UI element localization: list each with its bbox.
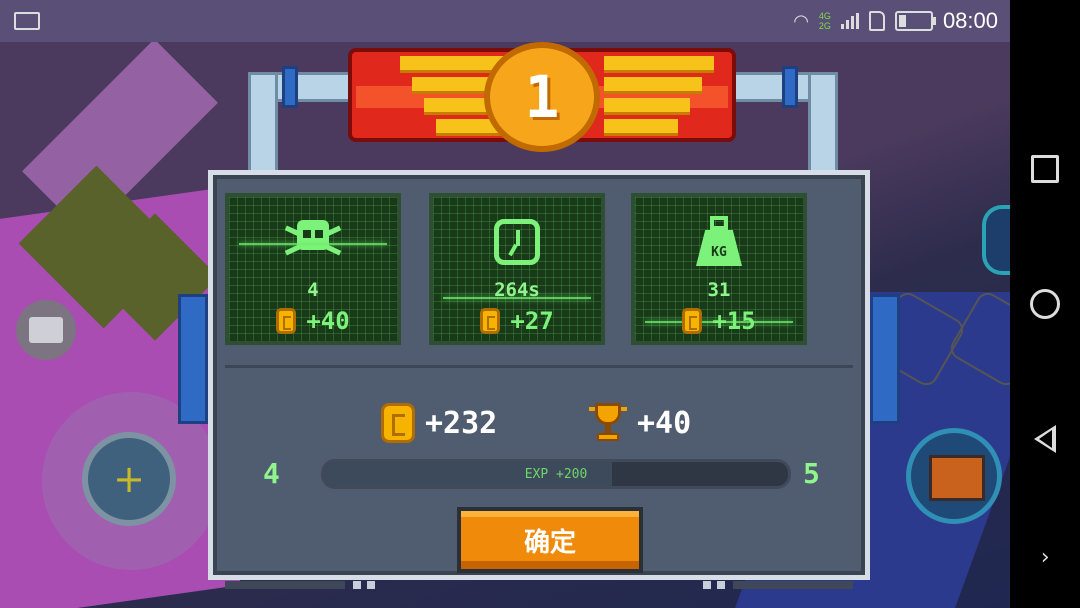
total-trophies: +40	[589, 403, 691, 443]
chat-bubble-icon	[29, 317, 63, 343]
sim-icon	[868, 11, 885, 31]
gun-icon	[929, 455, 985, 501]
network-2g-label: 2G	[818, 21, 831, 31]
result-panel: 4 +40 264s +27 KG 31 +15 +232 +40 4 EXP …	[208, 170, 870, 589]
kills-reward: +40	[306, 307, 350, 335]
frame-side-bar	[870, 294, 900, 424]
coin-icon	[276, 308, 297, 334]
expand-button[interactable]: ›	[1010, 532, 1080, 582]
frame-side-bar	[178, 294, 208, 424]
right-wing-icon	[604, 56, 714, 136]
panel-trim	[733, 581, 853, 589]
signal-icon	[840, 13, 859, 29]
panel-dot	[717, 581, 725, 589]
trophy-icon	[589, 403, 627, 443]
navigation-bar: ›	[1010, 0, 1080, 608]
chevron-right-icon: ›	[1038, 544, 1052, 570]
total-trophies-value: +40	[637, 405, 692, 441]
next-level: 5	[803, 457, 820, 490]
coin-icon	[682, 308, 703, 334]
exp-label: EXP +200	[524, 466, 588, 482]
keyboard-icon	[14, 12, 40, 30]
divider	[225, 365, 853, 368]
recent-apps-button[interactable]	[1010, 144, 1080, 194]
square-icon	[1031, 155, 1059, 183]
back-triangle-icon	[1034, 425, 1056, 453]
panel-dot	[353, 581, 361, 589]
rank-medal: 1	[484, 42, 600, 152]
panel-trim	[225, 581, 345, 589]
time-value: 264s	[494, 279, 540, 301]
weight-reward: +15	[712, 307, 756, 335]
home-button[interactable]	[1010, 279, 1080, 329]
battery-icon	[894, 11, 936, 31]
frame-clamp	[282, 66, 298, 108]
rank-banner: 1	[348, 42, 736, 152]
wifi-icon: ◠	[793, 10, 809, 31]
rank-value: 1	[524, 63, 560, 131]
total-coins: +232	[381, 403, 497, 443]
exp-progress-bar: EXP +200	[321, 459, 791, 489]
back-button[interactable]	[1010, 414, 1080, 464]
panel-dot	[367, 581, 375, 589]
match-result-dialog: 4 +40 264s +27 KG 31 +15 +232 +40 4 EXP …	[178, 42, 900, 589]
panel-dot	[703, 581, 711, 589]
coin-icon	[381, 403, 415, 443]
circle-icon	[1030, 289, 1060, 319]
joystick-knob[interactable]: +	[82, 432, 176, 526]
network-type: 4G 2G	[819, 11, 831, 31]
clock-time: 08:00	[942, 8, 998, 33]
kills-stat: 4 +40	[225, 193, 401, 345]
frame-clamp	[782, 66, 798, 108]
current-level: 4	[263, 457, 280, 490]
weapon-button[interactable]	[906, 428, 1002, 524]
time-reward: +27	[510, 307, 554, 335]
coin-icon	[480, 308, 501, 334]
weight-icon: KG	[694, 216, 744, 268]
confirm-button[interactable]: 确定	[457, 507, 643, 573]
status-bar: ◠ 4G 2G 08:00	[0, 0, 1010, 42]
clock-icon	[494, 219, 540, 265]
weight-icon-label: KG	[696, 230, 742, 266]
weight-value: 31	[707, 279, 731, 301]
network-4g-label: 4G	[818, 11, 831, 21]
total-coins-value: +232	[425, 405, 498, 441]
skull-icon	[283, 216, 343, 268]
weight-stat: KG 31 +15	[631, 193, 807, 345]
plus-icon: +	[113, 457, 145, 501]
kills-value: 4	[307, 279, 319, 301]
chat-button[interactable]	[16, 300, 76, 360]
time-stat: 264s +27	[429, 193, 605, 345]
